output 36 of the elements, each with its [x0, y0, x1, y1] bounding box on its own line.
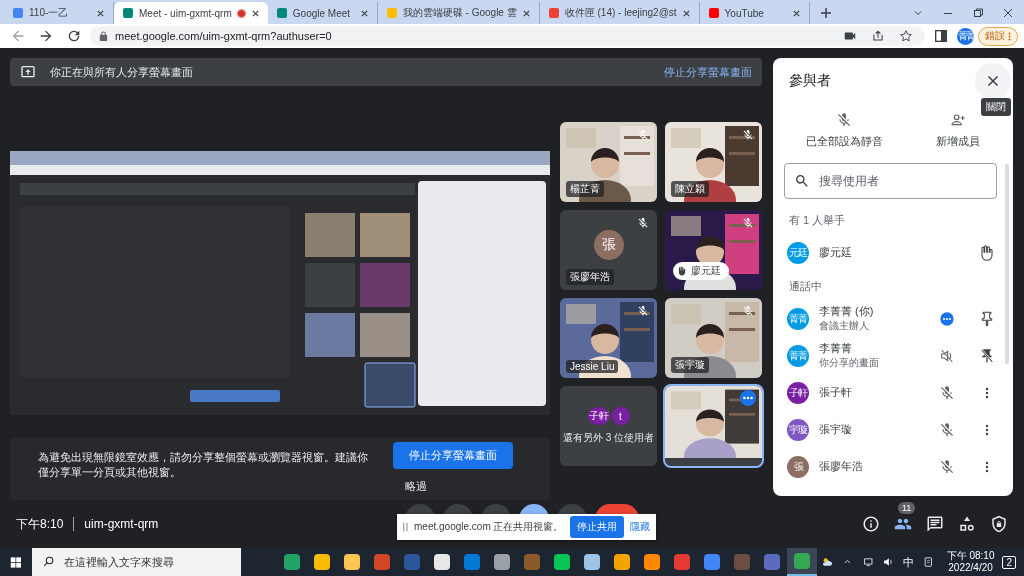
avatar: 元廷: [787, 241, 809, 264]
participant-role: 你分享的畫面: [819, 356, 880, 370]
avatar: 子軒: [587, 407, 610, 425]
more-participants-label: 還有另外 3 位使用者: [562, 431, 655, 445]
clock-date: 2022/4/20: [948, 562, 993, 574]
participant-name: 廖元廷: [819, 245, 853, 260]
participant-name: 楊芷菁: [566, 181, 604, 197]
avatar: 張: [787, 455, 809, 478]
participant-role: 會議主辦人: [819, 319, 870, 333]
participant-name: 張廖年浩: [566, 269, 614, 285]
participant-name: 陳立穎: [671, 181, 709, 197]
avatar: t: [611, 407, 630, 425]
participant-name: 李菁菁 (你): [819, 304, 875, 319]
warning-message: 為避免出現無限鏡室效應，請勿分享整個螢幕或瀏覽器視窗。建議你僅分享單一分頁或其他視窗。: [38, 450, 369, 480]
participant-name: 張廖年浩: [819, 459, 864, 474]
section-heading: 有 1 人舉手: [788, 213, 847, 228]
avatar: 宇璇: [787, 418, 809, 441]
section-heading: 通話中: [788, 279, 823, 294]
participant-name: 李菁菁: [819, 341, 853, 356]
meeting-time: 下午8:10: [16, 515, 64, 533]
sharing-message: 你正在與所有人分享螢幕畫面: [50, 64, 193, 80]
participant-count-badge: 11: [898, 502, 916, 514]
clock-time: 下午 08:10: [946, 550, 995, 562]
sharing-status: meet.google.com 正在共用視窗。: [414, 520, 564, 534]
avatar: 張: [593, 230, 624, 260]
participant-name: 張子軒: [819, 385, 853, 400]
avatar: 菁菁: [787, 307, 809, 330]
participant-name: 張宇璇: [671, 357, 709, 373]
participant-name: 張宇璇: [819, 422, 853, 437]
panel-title: 參與者: [789, 72, 831, 90]
avatar: 子軒: [787, 381, 809, 404]
meeting-code: uim-gxmt-qrm: [84, 517, 159, 531]
raised-hand-chip: 廖元廷: [673, 262, 729, 280]
tooltip: 關閉: [981, 98, 1011, 116]
avatar: 菁菁: [787, 344, 809, 367]
participant-name: Jessie Liu: [566, 360, 619, 373]
